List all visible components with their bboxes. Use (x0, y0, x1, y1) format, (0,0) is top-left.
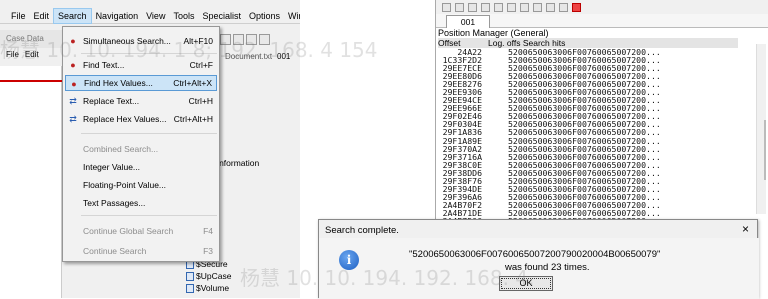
replace-icon: ⇄ (69, 114, 77, 124)
menu-specialist[interactable]: Specialist (198, 8, 245, 24)
menu-item-integer-value[interactable]: Integer Value... (65, 159, 217, 175)
menu-item-label: Replace Hex Values... (83, 114, 167, 124)
dialog-message-count: was found 23 times. (505, 262, 590, 273)
toolbar-button-icon[interactable] (559, 2, 568, 12)
main-window: File Edit Search Navigation View Tools Special… (0, 0, 300, 298)
menu-item-label: Integer Value... (83, 162, 141, 172)
toolbar-button-icon[interactable] (507, 2, 516, 12)
toolbar-button-icon[interactable] (442, 2, 451, 12)
toolbar-button-icon[interactable] (259, 33, 270, 45)
menu-window[interactable]: Window (284, 8, 300, 24)
file-name: $UpCase (196, 271, 232, 281)
toolbar-button-icon[interactable] (546, 2, 555, 12)
menu-item-shortcut: Ctrl+Alt+H (173, 114, 213, 124)
menu-item-replace-text[interactable]: ⇄ Replace Text... Ctrl+H (65, 93, 217, 109)
binoculars-icon: ● (70, 60, 76, 70)
menu-item-label: Find Hex Values... (84, 78, 153, 88)
case-data-panel-title: Case Data (0, 30, 62, 48)
case-tree-pane (0, 66, 62, 298)
tab-bar: 001 (436, 14, 768, 28)
close-icon[interactable]: × (742, 222, 749, 236)
case-file-menu[interactable]: File (6, 50, 19, 64)
menu-navigation[interactable]: Navigation (92, 8, 143, 24)
menu-item-label: Text Passages... (83, 198, 146, 208)
binoculars-icon: ● (71, 79, 77, 89)
menu-bar: File Edit Search Navigation View Tools Special… (0, 7, 300, 24)
menu-item-shortcut: Ctrl+H (188, 96, 213, 106)
menu-item-continue-search: Continue Search F3 (65, 243, 217, 259)
menu-item-replace-hex-values[interactable]: ⇄ Replace Hex Values... Ctrl+Alt+H (65, 111, 217, 127)
file-list: $Secure $UpCase $Volume (186, 258, 246, 294)
toolbar-button-icon[interactable] (494, 2, 503, 12)
menu-item-floating-point-value[interactable]: Floating-Point Value... (65, 177, 217, 193)
toolbar-button-icon[interactable] (455, 2, 464, 12)
dialog-message-hex: "5200650063006F00760065007200790020004B0… (409, 249, 661, 260)
menu-item-shortcut: Ctrl+Alt+X (173, 78, 212, 88)
background-toolbar (220, 30, 300, 48)
file-name: $Volume (196, 283, 230, 293)
menu-item-shortcut: Alt+F10 (183, 36, 213, 46)
toolbar-button-icon[interactable] (246, 33, 257, 45)
tab-001[interactable]: 001 (446, 15, 490, 28)
menu-item-label: Floating-Point Value... (83, 180, 166, 190)
menu-item-shortcut: F3 (203, 246, 213, 256)
position-manager-toolbar (436, 0, 768, 14)
menu-item-find-text[interactable]: ● Find Text... Ctrl+F (65, 57, 217, 73)
menu-item-label: Find Text... (83, 60, 125, 70)
search-hits-list: 24A22 5200650063006F00760065007200... 1C33… (438, 48, 743, 225)
binoculars-icon: ● (70, 36, 76, 46)
menu-item-simultaneous-search[interactable]: ● Simultaneous Search... Alt+F10 (65, 33, 217, 49)
document-number: 001 (277, 52, 291, 61)
toolbar-button-icon[interactable] (468, 2, 477, 12)
menu-item-label: Continue Search (83, 246, 147, 256)
file-icon (186, 271, 194, 281)
menu-options[interactable]: Options (245, 8, 284, 24)
case-menu-row: File Edit (0, 50, 62, 64)
toolbar-button-icon[interactable] (233, 33, 244, 45)
document-title: Document.txt (225, 52, 273, 61)
dialog-body: i "5200650063006F00760065007200790020004… (319, 238, 759, 299)
case-edit-menu[interactable]: Edit (25, 50, 39, 64)
dialog-title: Search complete. (325, 225, 399, 236)
menu-item-shortcut: F4 (203, 226, 213, 236)
menu-item-label: Continue Global Search (83, 226, 174, 236)
selection-indicator (0, 80, 62, 82)
ok-button[interactable]: OK (499, 276, 553, 291)
menu-search[interactable]: Search (53, 7, 92, 24)
menu-item-combined-search: Combined Search... (65, 141, 217, 157)
menu-separator (81, 53, 217, 54)
menu-item-label: Combined Search... (83, 144, 159, 154)
menu-item-text-passages[interactable]: Text Passages... (65, 195, 217, 211)
toolbar-button-icon[interactable] (220, 33, 231, 45)
menu-item-continue-global-search: Continue Global Search F4 (65, 223, 217, 239)
menu-file[interactable]: File (7, 8, 30, 24)
menu-tools[interactable]: Tools (169, 8, 198, 24)
toolbar-button-icon[interactable] (533, 2, 542, 12)
toolbar-button-icon[interactable] (520, 2, 529, 12)
file-item[interactable]: $Volume (186, 282, 246, 294)
close-icon[interactable] (572, 2, 581, 12)
menu-item-label: Simultaneous Search... (83, 36, 171, 46)
menu-item-find-hex-values[interactable]: ● Find Hex Values... Ctrl+Alt+X (65, 75, 217, 91)
menu-edit[interactable]: Edit (30, 8, 54, 24)
menu-item-shortcut: Ctrl+F (189, 60, 213, 70)
window-edge (764, 120, 766, 180)
menu-separator (81, 133, 217, 134)
menu-view[interactable]: View (142, 8, 169, 24)
toolbar-button-icon[interactable] (481, 2, 490, 12)
file-item[interactable]: $UpCase (186, 270, 246, 282)
menu-item-label: Replace Text... (83, 96, 140, 106)
search-menu-dropdown: ● Simultaneous Search... Alt+F10 ● Find Text… (62, 26, 220, 262)
menu-separator (81, 215, 217, 216)
position-manager-title: Position Manager (General) (438, 28, 549, 38)
file-icon (186, 283, 194, 293)
info-icon: i (339, 250, 359, 270)
search-complete-dialog: Search complete. × i "5200650063006F0076… (318, 219, 759, 299)
replace-icon: ⇄ (69, 96, 77, 106)
